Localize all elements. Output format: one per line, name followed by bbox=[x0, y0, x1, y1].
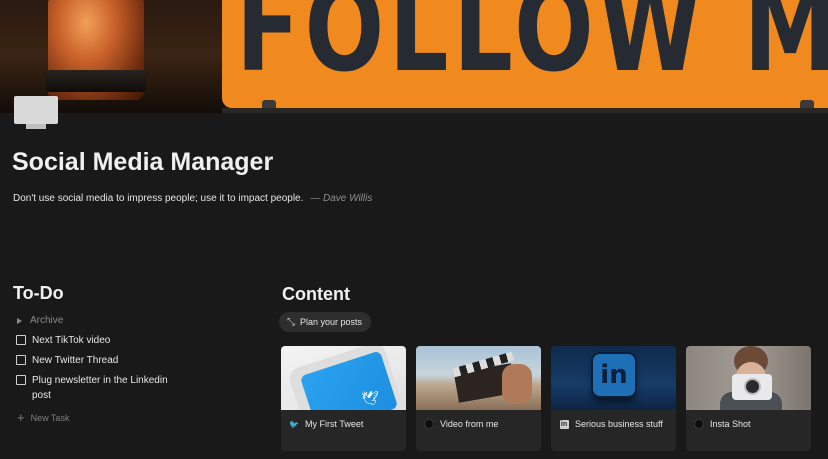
gallery-card-my-first-tweet[interactable]: 🕊 🐦 My First Tweet bbox=[281, 346, 406, 451]
link-arrows-icon: ⤡ bbox=[287, 316, 295, 328]
sign-bottom-edge bbox=[222, 108, 828, 113]
todo-item-label[interactable]: New Twitter Thread bbox=[32, 353, 118, 368]
card-title: Insta Shot bbox=[710, 419, 751, 429]
twitter-icon: 🐦 bbox=[289, 419, 299, 429]
monitor-stand bbox=[26, 124, 46, 129]
todo-heading: To-Do bbox=[13, 283, 64, 303]
page-quote: Don't use social media to impress people… bbox=[13, 193, 372, 204]
archive-toggle[interactable]: Archive bbox=[17, 315, 63, 326]
card-cover-linkedin-logo: in bbox=[551, 346, 676, 410]
card-title: My First Tweet bbox=[305, 419, 364, 429]
camera-lens bbox=[744, 378, 761, 395]
linkedin-icon: in bbox=[559, 419, 569, 429]
card-cover-twitter-phone: 🕊 bbox=[281, 346, 406, 410]
triangle-right-icon bbox=[17, 317, 22, 324]
card-title: Serious business stuff bbox=[575, 419, 663, 429]
card-title: Video from me bbox=[440, 419, 499, 429]
card-cover-clapperboard bbox=[416, 346, 541, 410]
card-title-row: Video from me bbox=[416, 410, 541, 431]
cover-image: FOLLOW ME bbox=[0, 0, 828, 113]
todo-item-label[interactable]: Next TikTok video bbox=[32, 333, 110, 348]
todo-checkbox[interactable] bbox=[16, 375, 26, 385]
new-task-button[interactable]: + New Task bbox=[17, 410, 70, 425]
linkedin-logo-icon: in bbox=[593, 354, 635, 396]
circle-icon bbox=[694, 419, 704, 429]
todo-item[interactable]: New Twitter Thread bbox=[16, 353, 186, 368]
plan-button-label: Plan your posts bbox=[300, 317, 363, 327]
content-heading: Content bbox=[282, 284, 350, 304]
todo-item-label[interactable]: Plug newsletter in the Linkedin post bbox=[32, 373, 186, 403]
hand-shape bbox=[502, 364, 532, 404]
twitter-bird-icon: 🕊 bbox=[361, 390, 379, 406]
todo-list: Next TikTok video New Twitter Thread Plu… bbox=[16, 333, 186, 408]
monitor-screen bbox=[14, 96, 58, 124]
todo-checkbox[interactable] bbox=[16, 335, 26, 345]
card-title-row: 🐦 My First Tweet bbox=[281, 410, 406, 431]
gallery-card-video-from-me[interactable]: Video from me bbox=[416, 346, 541, 451]
todo-item[interactable]: Plug newsletter in the Linkedin post bbox=[16, 373, 186, 403]
quote-author: — Dave Willis bbox=[310, 193, 373, 204]
cover-sign-text: FOLLOW ME bbox=[236, 0, 828, 99]
todo-checkbox[interactable] bbox=[16, 355, 26, 365]
computer-monitor-icon[interactable] bbox=[14, 96, 58, 132]
archive-label: Archive bbox=[30, 315, 64, 326]
plan-your-posts-button[interactable]: ⤡ Plan your posts bbox=[279, 312, 372, 332]
card-title-row: Insta Shot bbox=[686, 410, 811, 431]
circle-icon bbox=[424, 419, 434, 429]
content-gallery: 🕊 🐦 My First Tweet Video from me in in S… bbox=[281, 346, 811, 451]
card-title-row: in Serious business stuff bbox=[551, 410, 676, 431]
page-title[interactable]: Social Media Manager bbox=[12, 148, 273, 177]
gallery-card-insta-shot[interactable]: Insta Shot bbox=[686, 346, 811, 451]
quote-text: Don't use social media to impress people… bbox=[13, 193, 304, 204]
card-cover-child-camera bbox=[686, 346, 811, 410]
plus-icon: + bbox=[17, 410, 25, 425]
gallery-card-serious-business-stuff[interactable]: in in Serious business stuff bbox=[551, 346, 676, 451]
beacon-base bbox=[46, 70, 146, 92]
todo-item[interactable]: Next TikTok video bbox=[16, 333, 186, 348]
new-task-label: New Task bbox=[30, 413, 70, 423]
